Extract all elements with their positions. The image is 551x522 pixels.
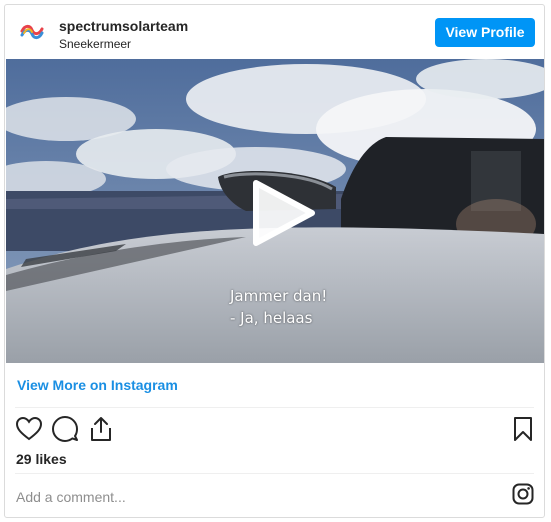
video-media[interactable]: Jammer dan! - Ja, helaas xyxy=(6,59,544,363)
bookmark-icon[interactable] xyxy=(509,415,537,443)
video-subtitle-line-2: - Ja, helaas xyxy=(230,309,313,327)
share-icon[interactable] xyxy=(87,415,115,443)
avatar[interactable] xyxy=(17,17,47,47)
post-header: spectrumsolarteam Sneekermeer View Profi… xyxy=(5,5,544,59)
divider xyxy=(15,407,534,408)
location[interactable]: Sneekermeer xyxy=(59,37,131,51)
view-profile-button[interactable]: View Profile xyxy=(435,18,535,47)
play-icon[interactable] xyxy=(246,177,318,249)
instagram-embed-card: spectrumsolarteam Sneekermeer View Profi… xyxy=(4,4,545,518)
action-bar xyxy=(5,413,544,449)
comment-input[interactable] xyxy=(16,486,476,508)
heart-icon[interactable] xyxy=(15,415,43,443)
comment-icon[interactable] xyxy=(51,415,79,443)
instagram-icon[interactable] xyxy=(512,483,534,505)
likes-count[interactable]: 29 likes xyxy=(16,451,67,467)
video-subtitle-line-1: Jammer dan! xyxy=(230,287,328,305)
divider xyxy=(15,473,534,474)
username[interactable]: spectrumsolarteam xyxy=(59,18,188,34)
view-more-link[interactable]: View More on Instagram xyxy=(17,377,178,393)
